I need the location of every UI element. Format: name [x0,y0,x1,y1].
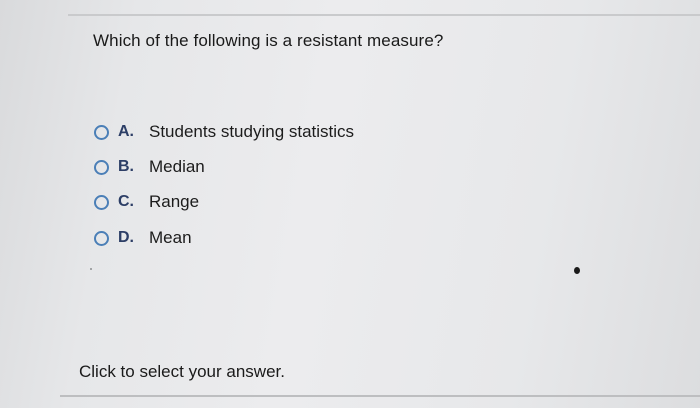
instruction-text: Click to select your answer. [79,362,285,381]
bottom-divider [60,395,700,397]
choice-c[interactable]: C. Range [94,190,199,214]
choice-text: Students studying statistics [149,122,355,141]
choice-text: Range [149,192,200,211]
choice-letter: D. [118,229,134,246]
choice-letter: A. [118,123,134,140]
choice-text: Median [149,157,205,176]
cursor-dot [574,267,580,274]
choice-letter: B. [118,158,134,175]
choice-text: Mean [149,228,192,247]
choice-a[interactable]: A. Students studying statistics [94,120,354,144]
choice-letter: C. [118,193,134,210]
radio-button-icon[interactable] [94,230,109,246]
top-divider [68,14,700,16]
radio-button-icon[interactable] [94,194,109,210]
choice-b[interactable]: B. Median [94,155,205,179]
radio-button-icon[interactable] [94,124,109,140]
screen-speck [90,268,92,270]
radio-button-icon[interactable] [94,159,109,175]
question-text: Which of the following is a resistant me… [93,31,444,50]
choice-d[interactable]: D. Mean [94,226,192,250]
